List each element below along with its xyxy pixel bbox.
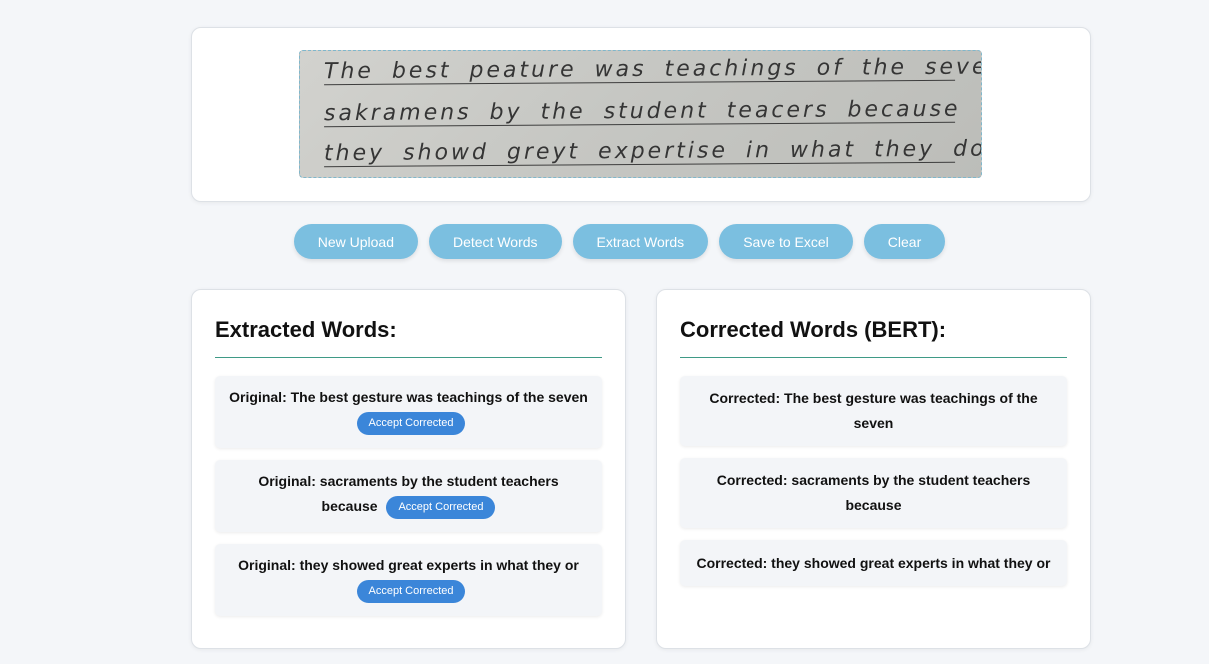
handwriting-line: they showd greyt expertise in what they … [323, 136, 982, 168]
corrected-words-title: Corrected Words (BERT): [680, 317, 1067, 358]
handwriting-image: The best peature was teachings of the se… [299, 50, 982, 178]
corrected-item-text: Corrected: they showed great experts in … [696, 554, 1051, 571]
extract-words-button[interactable]: Extract Words [572, 224, 709, 259]
handwriting-line: sakramens by the student teacers because [323, 96, 961, 128]
extracted-item-text: Original: they showed great experts in w… [238, 557, 579, 573]
image-preview-card: The best peature was teachings of the se… [191, 27, 1091, 202]
accept-corrected-button[interactable]: Accept Corrected [356, 411, 466, 435]
extracted-item: Original: The best gesture was teachings… [215, 376, 602, 448]
corrected-item: Corrected: The best gesture was teaching… [680, 376, 1067, 446]
corrected-item: Corrected: they showed great experts in … [680, 540, 1067, 586]
action-toolbar: New Upload Detect Words Extract Words Sa… [0, 224, 1209, 259]
extracted-item: Original: they showed great experts in w… [215, 544, 602, 616]
accept-corrected-button[interactable]: Accept Corrected [386, 495, 496, 519]
clear-button[interactable]: Clear [863, 224, 946, 259]
corrected-words-panel: Corrected Words (BERT): Corrected: The b… [656, 289, 1091, 649]
extracted-item-text: Original: The best gesture was teachings… [229, 389, 588, 405]
corrected-item-text: Corrected: sacraments by the student tea… [716, 472, 1031, 513]
handwriting-line: The best peature was teachings of the se… [323, 54, 982, 86]
corrected-item: Corrected: sacraments by the student tea… [680, 458, 1067, 528]
corrected-item-text: Corrected: The best gesture was teaching… [709, 390, 1038, 431]
new-upload-button[interactable]: New Upload [293, 224, 418, 259]
detect-words-button[interactable]: Detect Words [428, 224, 562, 259]
save-to-excel-button[interactable]: Save to Excel [719, 224, 853, 259]
accept-corrected-button[interactable]: Accept Corrected [356, 579, 466, 603]
extracted-words-title: Extracted Words: [215, 317, 602, 358]
extracted-words-panel: Extracted Words: Original: The best gest… [191, 289, 626, 649]
extracted-item: Original: sacraments by the student teac… [215, 460, 602, 532]
